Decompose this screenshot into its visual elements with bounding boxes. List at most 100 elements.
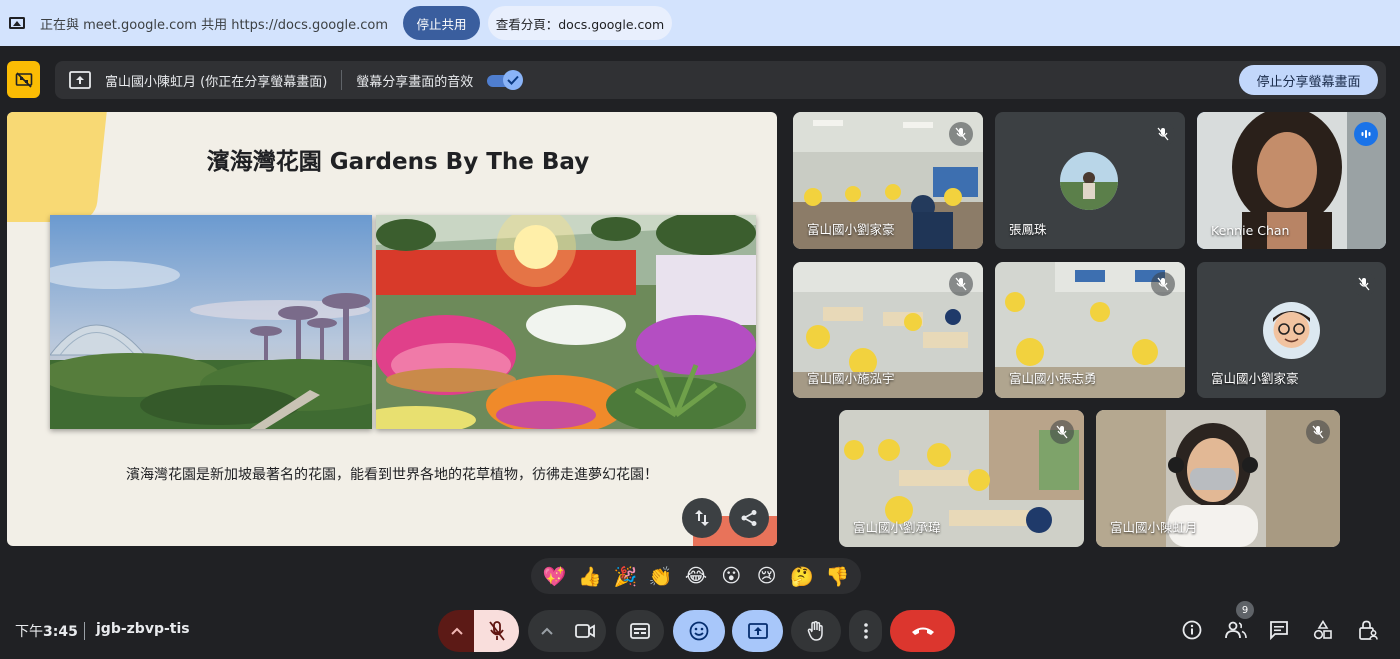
hand-icon bbox=[807, 621, 823, 641]
mic-off-icon bbox=[1157, 127, 1169, 141]
participant-name: 富山國小劉家豪 bbox=[1211, 371, 1299, 386]
participant-tile-active-speaker[interactable]: Kennie Chan bbox=[1197, 112, 1386, 249]
mic-off-badge bbox=[1306, 420, 1330, 444]
mic-off-icon bbox=[1358, 277, 1370, 291]
divider bbox=[341, 70, 343, 90]
mic-off-icon bbox=[1056, 425, 1068, 439]
avatar bbox=[1263, 302, 1320, 359]
mic-off-icon bbox=[955, 127, 967, 141]
share-icon bbox=[741, 510, 757, 526]
reaction-clap[interactable]: 👏 bbox=[646, 565, 676, 588]
presentation-slide: 濱海灣花園 Gardens By The Bay 濱海灣花園是新加坡最著名的花園… bbox=[7, 112, 777, 546]
microphone-toggle-button[interactable] bbox=[474, 610, 519, 652]
reaction-heart[interactable]: 💖 bbox=[540, 565, 570, 588]
more-options-button[interactable] bbox=[849, 610, 882, 652]
share-audio-toggle[interactable] bbox=[487, 70, 524, 90]
participant-tile[interactable]: 富山國小張志勇 bbox=[995, 262, 1185, 398]
info-icon bbox=[1182, 620, 1202, 640]
mic-off-badge bbox=[1151, 122, 1175, 146]
swap-layout-button[interactable] bbox=[682, 498, 722, 538]
people-icon bbox=[1225, 621, 1247, 639]
present-now-button[interactable] bbox=[732, 610, 783, 652]
send-reaction-button[interactable] bbox=[673, 610, 725, 652]
speaking-indicator bbox=[1354, 122, 1378, 146]
raise-hand-button[interactable] bbox=[791, 610, 841, 652]
cast-icon bbox=[9, 17, 25, 29]
leave-call-button[interactable] bbox=[890, 610, 955, 652]
participant-tile[interactable]: 富山國小劉家豪 bbox=[1197, 262, 1386, 398]
divider bbox=[84, 622, 85, 640]
share-status-text: 正在與 meet.google.com 共用 https://docs.goog… bbox=[40, 17, 388, 33]
chat-button[interactable] bbox=[1267, 618, 1291, 642]
camera-icon bbox=[575, 624, 595, 638]
activities-button[interactable] bbox=[1311, 618, 1335, 642]
time-value: 3:45 bbox=[43, 624, 78, 640]
swap-vertical-icon bbox=[695, 510, 709, 526]
reaction-bar: 💖 👍 🎉 👏 😂 😮 😢 🤔 👎 bbox=[531, 558, 861, 594]
stop-presenting-button[interactable]: 停止分享螢幕畫面 bbox=[1239, 65, 1378, 95]
end-call-icon bbox=[911, 627, 934, 635]
reaction-sad[interactable]: 😢 bbox=[752, 565, 782, 587]
shapes-icon bbox=[1313, 620, 1332, 640]
people-button[interactable] bbox=[1224, 618, 1248, 642]
mic-off-badge bbox=[949, 272, 973, 296]
presenting-strip: 富山國小陳虹月 (你正在分享螢幕畫面) 螢幕分享畫面的音效 停止分享螢幕畫面 bbox=[55, 61, 1386, 99]
mic-off-badge bbox=[949, 122, 973, 146]
mic-off-icon bbox=[1312, 425, 1324, 439]
participant-tile[interactable]: 富山國小施泓宇 bbox=[793, 262, 983, 398]
time-prefix: 下午 bbox=[15, 624, 43, 640]
chevron-up-icon bbox=[541, 627, 553, 635]
slide-title: 濱海灣花園 Gardens By The Bay bbox=[206, 149, 590, 175]
share-slide-button[interactable] bbox=[729, 498, 769, 538]
lock-person-icon bbox=[1359, 620, 1378, 640]
view-tab-button[interactable]: 查看分頁：docs.google.com bbox=[487, 6, 672, 40]
reaction-thumbs-up[interactable]: 👍 bbox=[575, 565, 605, 588]
mic-off-icon bbox=[1157, 277, 1169, 291]
mic-off-badge bbox=[1352, 272, 1376, 296]
slide-photo-skyline bbox=[50, 215, 372, 429]
slide-caption: 濱海灣花園是新加坡最著名的花園，能看到世界各地的花草植物，彷彿走進夢幻花園！ bbox=[126, 467, 658, 483]
present-off-icon bbox=[15, 71, 32, 88]
slide-photo-flowers bbox=[376, 215, 756, 429]
audio-options-button[interactable] bbox=[438, 610, 476, 652]
host-controls-button[interactable] bbox=[1356, 618, 1380, 642]
participant-name: 張鳳珠 bbox=[1009, 222, 1047, 237]
participant-tile[interactable]: 富山國小劉承瑋 bbox=[839, 410, 1084, 547]
people-count-badge: 9 bbox=[1236, 601, 1254, 619]
camera-toggle-button[interactable] bbox=[564, 610, 606, 652]
meeting-details-button[interactable] bbox=[1180, 618, 1204, 642]
audio-level-icon bbox=[1361, 130, 1371, 138]
participant-name: 富山國小施泓宇 bbox=[807, 371, 895, 386]
tab-share-bar: 正在與 meet.google.com 共用 https://docs.goog… bbox=[0, 0, 1400, 46]
reaction-thumbs-down[interactable]: 👎 bbox=[822, 565, 852, 588]
reaction-party[interactable]: 🎉 bbox=[610, 565, 640, 588]
captions-button[interactable] bbox=[616, 610, 664, 652]
mic-off-badge bbox=[1050, 420, 1074, 444]
participant-tile[interactable]: 富山國小劉家豪 bbox=[793, 112, 983, 249]
present-screen-icon bbox=[747, 623, 768, 639]
presenting-badge[interactable] bbox=[7, 61, 40, 98]
stop-sharing-tab-button[interactable]: 停止共用 bbox=[402, 6, 480, 40]
participant-name: 富山國小劉承瑋 bbox=[853, 520, 941, 535]
participant-name: 富山國小張志勇 bbox=[1009, 371, 1097, 386]
participant-name: 富山國小劉家豪 bbox=[807, 222, 895, 237]
mic-off-icon bbox=[488, 621, 505, 641]
participant-tile[interactable]: 富山國小陳虹月 bbox=[1096, 410, 1340, 547]
mic-off-icon bbox=[955, 277, 967, 291]
presenter-label: 富山國小陳虹月 (你正在分享螢幕畫面) bbox=[105, 74, 328, 90]
more-vertical-icon bbox=[863, 623, 868, 639]
mic-off-badge bbox=[1151, 272, 1175, 296]
avatar bbox=[1060, 152, 1118, 210]
emoji-icon bbox=[689, 621, 709, 641]
reaction-surprised[interactable]: 😮 bbox=[716, 565, 746, 587]
meeting-code: jgb-zbvp-tis bbox=[96, 621, 190, 637]
reaction-laugh[interactable]: 😂 bbox=[681, 565, 711, 587]
participant-name: 富山國小陳虹月 bbox=[1110, 520, 1198, 535]
participant-tile[interactable]: 張鳳珠 bbox=[995, 112, 1185, 249]
share-audio-label: 螢幕分享畫面的音效 bbox=[356, 74, 474, 90]
video-options-button[interactable] bbox=[528, 610, 566, 652]
reaction-thinking[interactable]: 🤔 bbox=[787, 565, 817, 588]
clock: 下午3:45 bbox=[15, 621, 78, 641]
present-screen-icon bbox=[69, 71, 91, 89]
chevron-up-icon bbox=[451, 627, 463, 635]
